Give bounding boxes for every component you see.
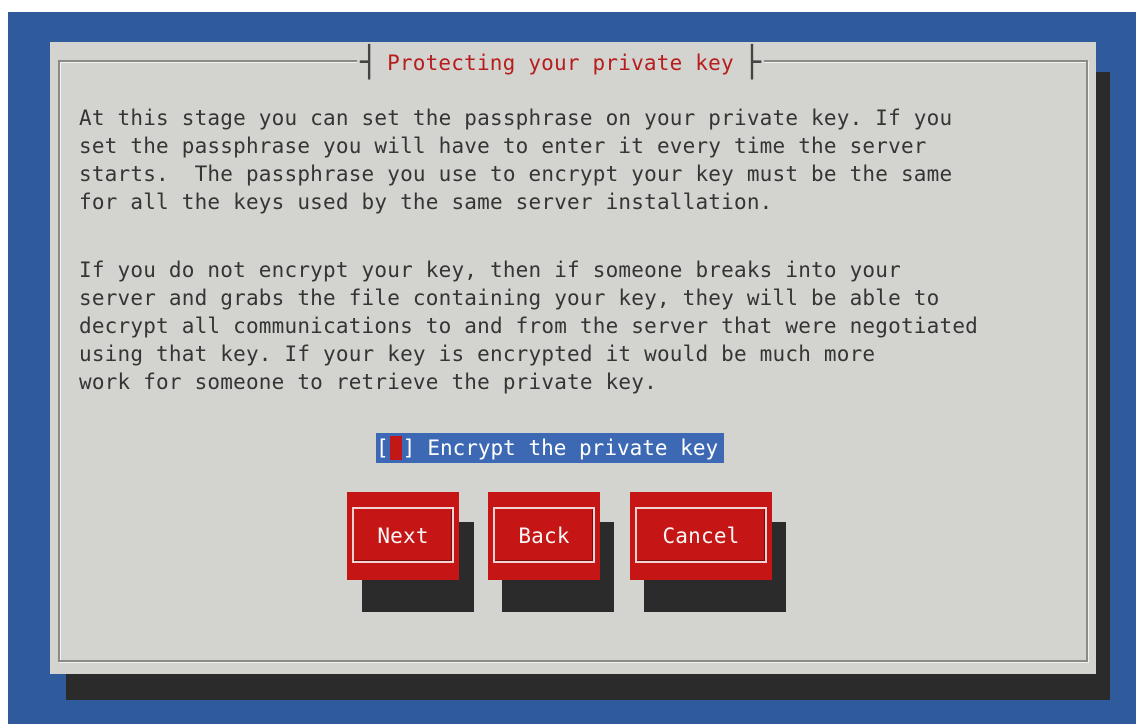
paragraph-line: work for someone to retrieve the private…	[79, 370, 657, 394]
paragraph-line: At this stage you can set the passphrase…	[79, 106, 953, 130]
next-button-label: Next	[377, 524, 429, 548]
back-button-label: Back	[518, 524, 570, 548]
paragraph-encryption-warning: If you do not encrypt your key, then if …	[79, 256, 1079, 396]
title-left-bracket: ┤	[360, 45, 379, 80]
checkbox-right-bracket: ]	[402, 436, 416, 460]
cancel-button[interactable]: Cancel	[630, 492, 772, 580]
cancel-button-label: Cancel	[662, 524, 740, 548]
checkbox-cursor	[389, 436, 402, 460]
title-right-bracket: ├	[742, 45, 761, 80]
next-button[interactable]: Next	[347, 492, 459, 580]
dialog-title-bar: ┤ Protecting your private key ├	[357, 46, 764, 80]
paragraph-passphrase: At this stage you can set the passphrase…	[79, 104, 1079, 216]
paragraph-line: server and grabs the file containing you…	[79, 286, 940, 310]
paragraph-line: starts. The passphrase you use to encryp…	[79, 162, 953, 186]
paragraph-line: using that key. If your key is encrypted…	[79, 342, 876, 366]
paragraph-line: set the passphrase you will have to ente…	[79, 134, 927, 158]
back-button[interactable]: Back	[488, 492, 600, 580]
paragraph-line: If you do not encrypt your key, then if …	[79, 258, 901, 282]
encrypt-key-checkbox[interactable]: [ ] Encrypt the private key	[376, 433, 725, 463]
checkbox-left-bracket: [	[376, 436, 389, 460]
dialog-title: Protecting your private key	[387, 51, 734, 75]
checkbox-label: Encrypt the private key	[427, 436, 719, 460]
paragraph-line: for all the keys used by the same server…	[79, 190, 773, 214]
paragraph-line: decrypt all communications to and from t…	[79, 314, 979, 338]
